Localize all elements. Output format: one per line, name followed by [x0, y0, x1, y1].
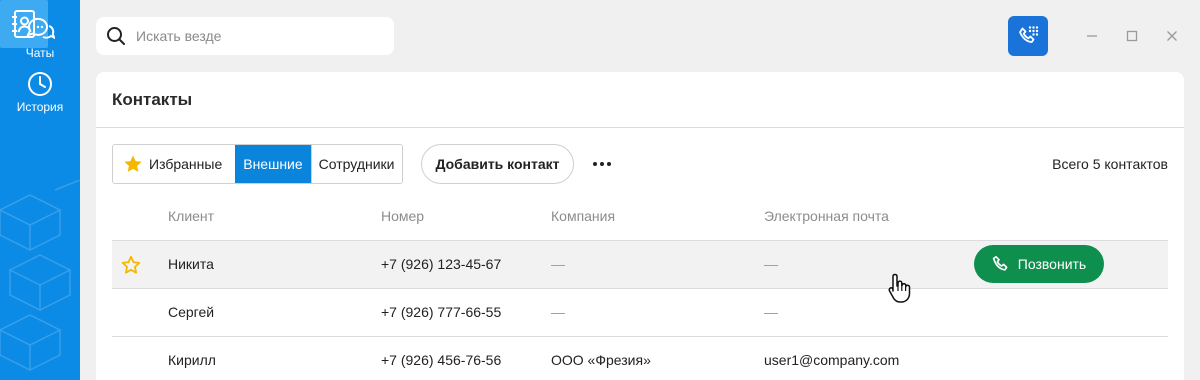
column-header-company[interactable]: Компания — [551, 208, 615, 224]
minimize-button[interactable] — [1082, 26, 1102, 46]
column-header-number[interactable]: Номер — [381, 208, 424, 224]
clock-icon — [28, 72, 52, 96]
phone-dialpad-icon — [1019, 26, 1039, 43]
contact-name: Кирилл — [168, 352, 216, 368]
contact-email: — — [764, 256, 778, 272]
table-row[interactable]: Никита +7 (926) 123-45-67 — — Позвонить — [112, 240, 1168, 288]
tab-favorites[interactable]: Избранные — [113, 145, 236, 183]
star-icon — [124, 155, 142, 172]
table-row[interactable]: Кирилл +7 (926) 456-76-56 ООО «Фрезия» u… — [112, 336, 1168, 380]
sidebar: Чаты История — [0, 0, 80, 380]
tab-label: Внешние — [243, 156, 303, 172]
contact-company: ООО «Фрезия» — [551, 352, 651, 368]
maximize-button[interactable] — [1122, 26, 1142, 46]
call-button-label: Позвонить — [1017, 256, 1087, 272]
contact-name: Сергей — [168, 304, 215, 320]
more-options-button[interactable] — [590, 154, 614, 174]
sidebar-item-label: История — [16, 100, 64, 114]
tab-label: Избранные — [149, 156, 223, 172]
sidebar-item-chats[interactable]: Чаты — [0, 14, 80, 60]
contact-filter-tabs: Избранные Внешние Сотрудники — [112, 144, 403, 184]
sidebar-item-history[interactable]: История — [0, 70, 80, 114]
hand-cursor-icon — [888, 273, 911, 303]
favorite-star-icon[interactable] — [121, 255, 141, 275]
close-button[interactable] — [1162, 26, 1182, 46]
tab-external[interactable]: Внешние — [235, 145, 311, 183]
contacts-panel: Контакты Избранные Внешние Сотрудники До… — [96, 72, 1184, 380]
tab-label: Сотрудники — [318, 156, 395, 172]
table-row[interactable]: Сергей +7 (926) 777-66-55 — — — [112, 288, 1168, 336]
contact-email: user1@company.com — [764, 352, 900, 368]
contact-email: — — [764, 304, 778, 320]
search-icon — [107, 27, 125, 45]
add-contact-button[interactable]: Добавить контакт — [421, 144, 574, 184]
total-contacts-count: Всего 5 контактов — [1052, 156, 1168, 172]
contact-phone: +7 (926) 123-45-67 — [381, 256, 502, 272]
sidebar-item-label: Чаты — [25, 46, 55, 60]
chat-bubbles-icon — [26, 17, 55, 40]
divider — [96, 127, 1184, 128]
contact-company: — — [551, 256, 565, 272]
contact-name: Никита — [168, 256, 214, 272]
contact-phone: +7 (926) 456-76-56 — [381, 352, 502, 368]
column-header-email[interactable]: Электронная почта — [764, 208, 889, 224]
contact-company: — — [551, 304, 565, 320]
minimize-icon — [1087, 35, 1097, 37]
phone-icon — [992, 255, 1008, 271]
contact-phone: +7 (926) 777-66-55 — [381, 304, 502, 320]
call-button[interactable]: Позвонить — [974, 245, 1104, 283]
close-icon — [1167, 31, 1177, 41]
column-header-client[interactable]: Клиент — [168, 208, 214, 224]
tab-employees[interactable]: Сотрудники — [310, 145, 402, 183]
sidebar-decoration — [0, 180, 80, 372]
page-title: Контакты — [112, 90, 193, 109]
dialpad-button[interactable] — [1008, 16, 1048, 56]
search-input[interactable] — [136, 28, 376, 44]
maximize-icon — [1126, 30, 1138, 42]
search-box[interactable] — [96, 17, 394, 55]
